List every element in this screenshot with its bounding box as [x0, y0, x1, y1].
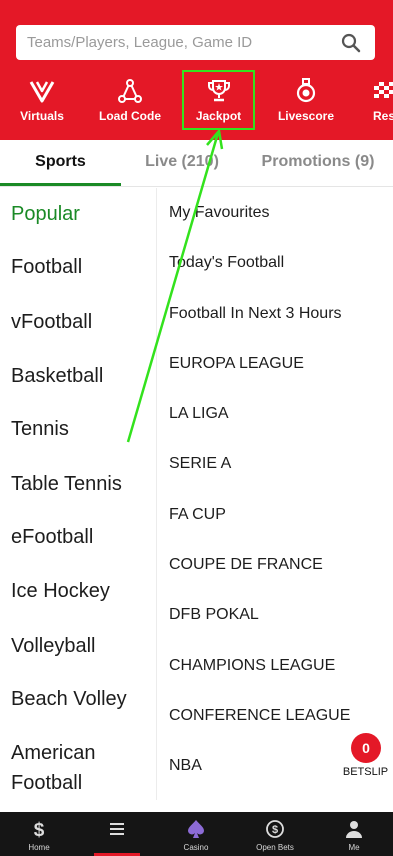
tab-bar: Sports Live (210) Promotions (9): [0, 140, 393, 187]
user-icon: [346, 821, 362, 838]
bottom-nav-label: Home: [28, 843, 50, 852]
load-code-icon: [118, 79, 142, 103]
top-nav: Virtuals Load Code Jackpot Livescore Res: [0, 70, 393, 132]
bottom-nav-label: Me: [348, 843, 360, 852]
comp-item-serie-a[interactable]: SERIE A: [169, 455, 231, 473]
sport-item-efootball[interactable]: eFootball: [11, 522, 93, 552]
sport-item-basketball[interactable]: Basketball: [11, 361, 103, 391]
sport-item-beach-volley[interactable]: Beach Volley: [11, 684, 127, 714]
comp-item-europa-league[interactable]: EUROPA LEAGUE: [169, 355, 304, 373]
svg-text:$: $: [34, 820, 45, 839]
home-icon: $: [34, 820, 45, 839]
comp-item-nba[interactable]: NBA: [169, 757, 202, 775]
nav-jackpot[interactable]: Jackpot: [182, 70, 255, 130]
betslip-button[interactable]: 0 BETSLIP: [338, 728, 393, 783]
nav-label: Virtuals: [20, 109, 64, 123]
bottom-nav-home[interactable]: $ Home: [0, 812, 78, 856]
bottom-nav-menu[interactable]: [78, 812, 156, 856]
nav-label: Load Code: [99, 109, 161, 123]
medal-icon: [296, 78, 316, 103]
search-input[interactable]: [16, 25, 336, 60]
comp-item-la-liga[interactable]: LA LIGA: [169, 405, 229, 423]
top-header: Virtuals Load Code Jackpot: [0, 0, 393, 140]
sport-item-volleyball[interactable]: Volleyball: [11, 631, 96, 661]
sport-label-line2: Football: [11, 772, 83, 794]
nav-label: Livescore: [277, 109, 335, 123]
nav-label: Jackpot: [195, 109, 242, 123]
bottom-nav-me[interactable]: Me: [315, 812, 393, 856]
bottom-nav-label: Casino: [183, 843, 209, 852]
spade-icon: [188, 820, 204, 838]
menu-icon: [110, 823, 124, 835]
sport-label-line1: American: [11, 742, 96, 764]
bottom-nav-casino[interactable]: Casino: [157, 812, 235, 856]
sport-item-popular[interactable]: Popular: [11, 199, 80, 229]
nav-virtuals[interactable]: Virtuals: [0, 70, 84, 130]
bottom-nav-open-bets[interactable]: $ Open Bets: [236, 812, 314, 856]
search-bar[interactable]: [16, 25, 375, 60]
sport-item-american-football[interactable]: American Football: [11, 738, 95, 798]
virtuals-icon: [29, 81, 55, 103]
search-icon[interactable]: [341, 33, 361, 53]
checkered-flag-icon: [374, 82, 393, 98]
bottom-nav-label: Open Bets: [256, 843, 294, 852]
bottom-nav: $ Home Casino $ Open Bets Me: [0, 812, 393, 856]
comp-item-fa-cup[interactable]: FA CUP: [169, 506, 226, 524]
comp-item-todays-football[interactable]: Today's Football: [169, 254, 284, 272]
tab-promotions[interactable]: Promotions (9): [250, 140, 386, 186]
sport-item-tennis[interactable]: Tennis: [11, 414, 69, 444]
open-bets-icon: $: [266, 820, 284, 838]
comp-item-coupe-de-france[interactable]: COUPE DE FRANCE: [169, 556, 323, 574]
nav-results[interactable]: Res: [360, 70, 393, 130]
betslip-label: BETSLIP: [342, 766, 389, 778]
sport-item-football[interactable]: Football: [11, 252, 82, 282]
sport-item-ice-hockey[interactable]: Ice Hockey: [11, 576, 110, 606]
tab-sports[interactable]: Sports: [0, 140, 121, 186]
betslip-count-badge: 0: [351, 733, 381, 763]
comp-item-conference-league[interactable]: CONFERENCE LEAGUE: [169, 707, 350, 725]
competitions-list: My Favourites Today's Football Football …: [158, 188, 393, 800]
comp-item-my-favourites[interactable]: My Favourites: [169, 204, 269, 222]
comp-item-champions-league[interactable]: CHAMPIONS LEAGUE: [169, 657, 335, 675]
nav-livescore[interactable]: Livescore: [262, 70, 350, 130]
nav-load-code[interactable]: Load Code: [88, 70, 172, 130]
tab-live[interactable]: Live (210): [121, 140, 243, 186]
sports-list: Popular Football vFootball Basketball Te…: [0, 188, 157, 800]
comp-item-next-3-hours[interactable]: Football In Next 3 Hours: [169, 305, 342, 323]
comp-item-dfb-pokal[interactable]: DFB POKAL: [169, 606, 259, 624]
svg-text:$: $: [272, 824, 278, 836]
sport-item-vfootball[interactable]: vFootball: [11, 307, 92, 337]
trophy-icon: [207, 80, 230, 102]
sport-item-table-tennis[interactable]: Table Tennis: [11, 469, 122, 499]
nav-label: Res: [373, 109, 393, 123]
